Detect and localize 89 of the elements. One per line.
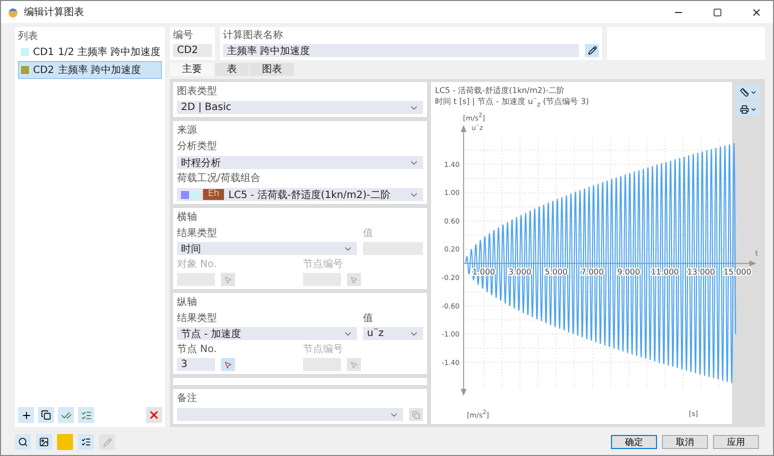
source-title: 来源 <box>177 124 198 137</box>
list-item[interactable]: CD2 主频率 跨中加速度 <box>18 61 162 79</box>
value-label: 值 <box>363 312 374 325</box>
x-tick-label: 7.000 <box>581 267 604 276</box>
analysis-type-dropdown[interactable]: 时程分析 <box>177 156 423 169</box>
load-case-label: 荷载工况/荷载组合 <box>177 172 262 185</box>
tab[interactable]: 图表 <box>250 63 294 76</box>
close-icon <box>750 6 762 18</box>
cursor-icon <box>224 276 232 284</box>
value-dropdown[interactable]: u¨z <box>363 327 423 340</box>
dialog-button[interactable]: 取消 <box>662 435 708 449</box>
chart-type-label: 图表类型 <box>177 85 218 98</box>
printer-icon <box>740 104 748 114</box>
axis-settings-button[interactable] <box>736 85 760 99</box>
y-axis-title: 纵轴 <box>177 296 198 309</box>
copy-icon <box>412 410 420 418</box>
dialog-button[interactable]: 应用 <box>713 435 759 449</box>
color-button[interactable] <box>57 434 73 450</box>
list-check-button[interactable] <box>78 407 94 423</box>
node-number-label: 节点编号 <box>303 343 344 356</box>
item-name: 主频率 跨中加速度 <box>58 64 142 77</box>
result-type-dropdown[interactable]: 节点 - 加速度 <box>177 327 357 340</box>
caret-icon <box>750 106 756 112</box>
image-button[interactable] <box>36 434 52 450</box>
image-icon <box>39 437 49 447</box>
name-field[interactable]: 主频率 跨中加速度 <box>223 44 579 57</box>
list-title: 列表 <box>18 30 39 43</box>
formula-button[interactable] <box>99 434 115 450</box>
chart-title: LC5 - 活荷载-舒适度(1kn/m2)-二阶 <box>435 85 566 96</box>
double-check-icon <box>60 410 72 420</box>
result-type-label: 结果类型 <box>177 312 218 325</box>
check-all-button[interactable] <box>58 407 74 423</box>
load-tag: Eh <box>203 189 224 200</box>
item-name: 1/2 主频率 跨中加速度 <box>58 46 160 59</box>
object-no-label: 对象 No. <box>177 258 218 271</box>
note-label: 备注 <box>177 392 198 405</box>
load-case-name: LC5 - 活荷载-舒适度(1kn/m2)-二阶 <box>228 188 392 202</box>
x-tick-label: 11.000 <box>651 267 679 276</box>
search-button[interactable] <box>15 434 31 450</box>
x-axis-title: 横轴 <box>177 211 198 224</box>
ruler-icon <box>740 88 748 96</box>
x-tick-label: 1.000 <box>472 267 496 276</box>
pick-button[interactable] <box>221 358 235 371</box>
checklist-icon <box>80 410 92 420</box>
number-field[interactable]: CD2 <box>173 44 212 57</box>
analysis-type-label: 分析类型 <box>177 140 218 153</box>
chart-subtitle: 时间 t [s] | 节点 - 加速度 u¨$_{z}$ (节点编号 3) <box>435 96 590 111</box>
node-number-label: 节点编号 <box>303 258 344 271</box>
tab[interactable]: 表 <box>215 63 249 76</box>
new-item-button[interactable] <box>18 407 34 423</box>
load-color-icon <box>181 190 199 198</box>
cursor-icon <box>224 360 232 368</box>
number-label: 编号 <box>173 29 194 42</box>
load-case-dropdown[interactable]: Eh LC5 - 活荷载-舒适度(1kn/m2)-二阶 <box>177 188 423 201</box>
node-no-field[interactable]: 3 <box>177 358 215 371</box>
app-icon <box>7 6 19 18</box>
checklist-icon <box>81 437 91 447</box>
result-type-label: 结果类型 <box>177 227 218 240</box>
pick-button[interactable] <box>347 273 361 286</box>
plus-icon <box>20 410 32 420</box>
value-label: 值 <box>363 227 374 240</box>
x-tick-label: 3.000 <box>508 267 532 276</box>
cursor-icon <box>350 276 358 284</box>
edit-button[interactable] <box>585 44 599 57</box>
window-title: 编辑计算图表 <box>24 6 85 19</box>
search-icon <box>18 437 28 447</box>
pick-button[interactable] <box>347 358 361 371</box>
list-settings-button[interactable] <box>78 434 94 450</box>
caret-icon <box>750 88 756 96</box>
pencil-icon <box>102 438 112 446</box>
copy-button[interactable] <box>38 407 54 423</box>
print-button[interactable] <box>736 102 760 116</box>
note-button[interactable] <box>409 408 423 421</box>
copy-icon <box>41 410 51 420</box>
list-item[interactable]: CD1 1/2 主频率 跨中加速度 <box>18 43 162 61</box>
pencil-icon <box>588 46 596 55</box>
chart-type-dropdown[interactable]: 2D | Basic <box>177 101 423 114</box>
pick-button[interactable] <box>221 273 235 286</box>
name-label: 计算图表名称 <box>223 29 284 42</box>
cursor-icon <box>350 360 358 368</box>
tab[interactable]: 主要 <box>170 63 214 76</box>
result-type-dropdown[interactable]: 时间 <box>177 242 357 255</box>
dialog-button[interactable]: 确定 <box>611 435 657 449</box>
node-no-label: 节点 No. <box>177 343 218 356</box>
close-icon <box>148 409 160 421</box>
item-code: CD1 <box>33 46 54 58</box>
item-code: CD2 <box>33 64 54 76</box>
maximize-icon <box>712 8 722 16</box>
delete-button[interactable] <box>146 407 162 423</box>
